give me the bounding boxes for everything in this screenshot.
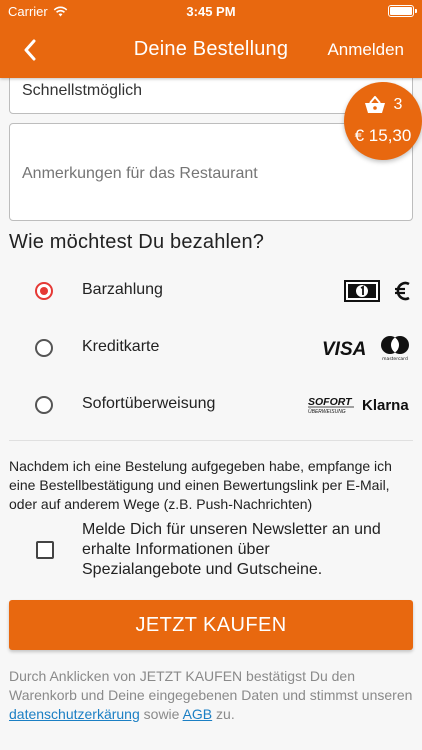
notes-placeholder: Anmerkungen für das Restaurant bbox=[22, 165, 258, 182]
status-bar: Carrier 3:45 PM bbox=[0, 0, 422, 22]
sofort-logo: SOFORT ÜBERWEISUNG bbox=[308, 396, 354, 415]
payment-option-label: Kreditkarte bbox=[82, 338, 160, 355]
legal-text: Durch Anklicken von JETZT KAUFEN bestäti… bbox=[9, 668, 413, 703]
terms-link[interactable]: AGB bbox=[183, 706, 213, 722]
payment-option-label: Barzahlung bbox=[82, 281, 163, 298]
delivery-time-value: Schnellstmöglich bbox=[22, 82, 143, 99]
privacy-policy-link[interactable]: datenschutzerkärung bbox=[9, 706, 140, 722]
order-consent-text: Nachdem ich eine Bestelung aufgegeben ha… bbox=[9, 458, 392, 512]
legal-text: zu. bbox=[212, 706, 235, 722]
radio-unselected[interactable] bbox=[35, 396, 53, 414]
sofort-logo-text: SOFORT bbox=[308, 396, 353, 408]
visa-logo-text: VISA bbox=[322, 339, 366, 358]
newsletter-label: Melde Dich für unseren Newsletter an und… bbox=[82, 521, 381, 578]
battery-icon bbox=[388, 5, 417, 17]
mastercard-logo: mastercard bbox=[381, 336, 409, 361]
klarna-logo-text: Klarna bbox=[362, 397, 409, 414]
checkout-form: Schnellstmöglich 3 € 15,30 Anmerkungen f… bbox=[0, 48, 422, 750]
cash-icon bbox=[344, 280, 380, 302]
payment-option-label: Sofortüberweisung bbox=[82, 395, 216, 412]
payment-option-creditcard[interactable]: Kreditkarte VISA mastercard bbox=[0, 320, 422, 376]
payment-heading: Wie möchtest Du bezahlen? bbox=[9, 231, 265, 253]
navigation-bar: Carrier 3:45 PM Deine Bestellung Anmelde… bbox=[0, 0, 422, 78]
login-button[interactable]: Anmelden bbox=[327, 40, 404, 60]
radio-unselected[interactable] bbox=[35, 339, 53, 357]
divider bbox=[9, 440, 413, 441]
newsletter-checkbox[interactable] bbox=[36, 541, 54, 559]
payment-option-cash[interactable]: Barzahlung bbox=[0, 263, 422, 319]
mastercard-logo-text: mastercard bbox=[382, 356, 408, 361]
visa-logo: VISA bbox=[322, 339, 366, 358]
legal-notice: Durch Anklicken von JETZT KAUFEN bestäti… bbox=[9, 667, 414, 724]
buy-now-button[interactable]: JETZT KAUFEN bbox=[9, 600, 413, 650]
legal-text: sowie bbox=[139, 706, 183, 722]
payment-option-sofort[interactable]: Sofortüberweisung SOFORT ÜBERWEISUNG Kla… bbox=[0, 377, 422, 433]
klarna-logo: Klarna bbox=[362, 397, 409, 414]
cart-button[interactable]: 3 € 15,30 bbox=[344, 82, 422, 160]
cart-count: 3 bbox=[393, 96, 403, 113]
sofort-logo-subtext: ÜBERWEISUNG bbox=[308, 408, 346, 415]
cart-total: € 15,30 bbox=[354, 126, 412, 145]
basket-icon bbox=[364, 96, 385, 113]
newsletter-opt-in[interactable]: Melde Dich für unseren Newsletter an und… bbox=[0, 520, 422, 584]
euro-icon bbox=[395, 281, 410, 301]
radio-selected[interactable] bbox=[35, 282, 53, 300]
status-time: 3:45 PM bbox=[186, 4, 236, 19]
